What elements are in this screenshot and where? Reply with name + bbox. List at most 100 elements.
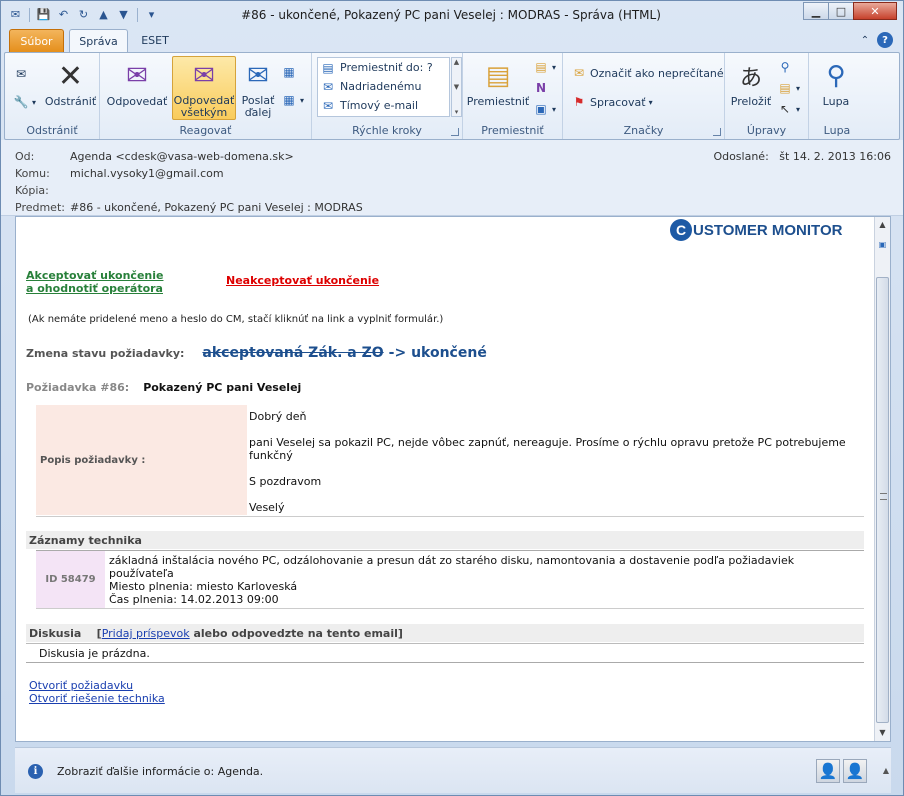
ignore-button[interactable]: ✉: [13, 65, 29, 83]
subject-row: Predmet: #86 - ukončené, Pokazený PC pani…: [15, 201, 363, 214]
reject-link[interactable]: Neakceptovať ukončenie: [226, 274, 379, 287]
record-work: základná inštalácia nového PC, odzálohov…: [109, 554, 795, 580]
find-button[interactable]: ⚲: [777, 58, 793, 76]
rules-button[interactable]: ▤ ▾: [533, 58, 556, 76]
reply-button[interactable]: ✉ Odpovedať: [106, 56, 168, 120]
to-row: Komu: michal.vysoky1@gmail.com: [15, 167, 224, 180]
tab-file[interactable]: Súbor: [9, 29, 64, 53]
add-post-link[interactable]: Pridaj príspevok: [102, 627, 190, 640]
close-button[interactable]: ✕: [853, 2, 897, 20]
reply-all-button[interactable]: ✉ Odpovedať všetkým: [172, 56, 236, 120]
quickstep-manager[interactable]: ✉ Nadriadenému: [318, 77, 449, 96]
group-delete-label: Odstrániť: [26, 124, 78, 137]
actions-button[interactable]: ▣ ▾: [533, 100, 556, 118]
accept-link[interactable]: Akceptovať ukončenie a ohodnotiť operátor…: [26, 269, 163, 295]
select-button[interactable]: ↖ ▾: [777, 100, 800, 118]
dialog-launcher-icon[interactable]: [451, 128, 459, 136]
description-text: Dobrý deň pani Veselej sa pokazil PC, ne…: [249, 410, 849, 527]
cleanup-icon: 🔧: [13, 95, 29, 109]
discussion-empty: Diskusia je prázdna.: [26, 643, 864, 663]
mark-unread-button[interactable]: ✉ Označiť ako neprečítané: [571, 64, 724, 82]
avatars: 👤 👤: [816, 759, 867, 783]
redo-icon[interactable]: ↻: [75, 6, 92, 23]
collapse-ribbon-icon[interactable]: ⌃: [857, 32, 873, 48]
quick-access-toolbar: ✉ 💾 ↶ ↻ ▲ ▼ ▾: [7, 6, 160, 23]
from-value[interactable]: Agenda <cdesk@vasa-web-domena.sk>: [70, 150, 294, 163]
from-row: Od: Agenda <cdesk@vasa-web-domena.sk>: [15, 150, 294, 163]
zoom-button[interactable]: ⚲ Lupa: [813, 56, 859, 120]
to-value[interactable]: michal.vysoky1@gmail.com: [70, 167, 224, 180]
ribbon: ✉ 🔧 ▾ ✕ Odstrániť Odstrániť ✉ Odpovedať ✉…: [4, 52, 900, 140]
people-pane-text[interactable]: Zobraziť ďalšie informácie o: Agenda.: [57, 765, 263, 778]
avatar[interactable]: 👤: [816, 759, 840, 783]
forward-icon: ✉: [247, 60, 269, 91]
credentials-note: (Ak nemáte pridelené meno a heslo do CM,…: [28, 314, 444, 325]
minimize-button[interactable]: ▁: [803, 2, 829, 20]
accept-line: Akceptovať ukončenie: [26, 269, 164, 282]
tab-message[interactable]: Správa: [69, 29, 128, 53]
onenote-button[interactable]: N: [533, 79, 549, 97]
tab-eset[interactable]: ESET: [133, 29, 177, 53]
scroll-up-icon[interactable]: ▲: [875, 217, 890, 232]
request-heading: Požiadavka #86: Pokazený PC pani Veselej: [26, 381, 301, 394]
meeting-button[interactable]: ▦: [281, 63, 297, 81]
reply-all-icon: ✉: [193, 60, 215, 91]
group-delete: ✉ 🔧 ▾ ✕ Odstrániť Odstrániť: [5, 53, 100, 139]
help-icon[interactable]: ?: [877, 32, 893, 48]
flag-icon: ⚑: [573, 95, 585, 109]
description-signature: Veselý: [249, 501, 285, 514]
forward-button[interactable]: ✉ Poslať ďalej: [238, 56, 278, 120]
record-text: základná inštalácia nového PC, odzálohov…: [109, 554, 849, 606]
group-move-label: Premiestniť: [481, 124, 544, 137]
translate-button[interactable]: あ Preložiť: [729, 56, 773, 120]
reading-pane-icon[interactable]: ▣: [875, 237, 890, 252]
team-mail-icon: ✉: [322, 98, 334, 113]
open-request-link[interactable]: Otvoriť požiadavku: [29, 679, 165, 692]
status-new: -> ukončené: [388, 345, 487, 361]
dialog-launcher-icon[interactable]: [713, 128, 721, 136]
followup-button[interactable]: ⚑ Spracovať ▾: [571, 93, 653, 111]
window-controls: ▁ □ ✕: [803, 2, 897, 20]
maximize-button[interactable]: □: [828, 2, 854, 20]
status-change: Zmena stavu požiadavky: akceptovaná Zák.…: [26, 345, 487, 361]
from-label: Od:: [15, 150, 35, 163]
previous-item-icon[interactable]: ▲: [95, 6, 112, 23]
related-button[interactable]: ▤ ▾: [777, 79, 800, 97]
binoculars-icon: ⚲: [780, 60, 790, 74]
scroll-down-icon[interactable]: ▼: [875, 725, 890, 740]
sent-row: Odoslané: št 14. 2. 2013 16:06: [713, 150, 891, 163]
cc-label: Kópia:: [15, 184, 49, 197]
message-body: C USTOMER MONITOR Akceptovať ukončenie a o…: [15, 216, 891, 742]
delete-button[interactable]: ✕ Odstrániť: [43, 56, 98, 120]
more-respond-button[interactable]: ▦ ▾: [281, 91, 304, 109]
expand-people-pane-icon[interactable]: ▲: [883, 766, 889, 775]
quickstep-move[interactable]: ▤ Premiestniť do: ?: [318, 58, 449, 77]
undo-icon[interactable]: ↶: [55, 6, 72, 23]
calendar-icon: ▦: [283, 65, 295, 79]
info-icon: i: [28, 764, 43, 779]
title-bar: ✉ 💾 ↶ ↻ ▲ ▼ ▾ #86 - ukončené, Pokazený P…: [1, 1, 903, 29]
cleanup-button[interactable]: 🔧 ▾: [13, 93, 37, 111]
envelope-icon: ✉: [573, 66, 585, 80]
more-icon: ▦: [283, 93, 295, 107]
scroll-thumb[interactable]: [876, 277, 889, 723]
customize-toolbar-icon[interactable]: ▾: [143, 6, 160, 23]
vertical-scrollbar[interactable]: ▲ ▣ ▼: [874, 217, 890, 741]
group-editing-label: Úpravy: [746, 124, 787, 137]
quickstep-label: Tímový e-mail: [340, 99, 419, 112]
quicksteps-scroll[interactable]: ▲ ▼ ▾: [451, 57, 462, 117]
save-icon[interactable]: 💾: [35, 6, 52, 23]
open-solution-link[interactable]: Otvoriť riešenie technika: [29, 692, 165, 705]
group-quicksteps: ▤ Premiestniť do: ? ✉ Nadriadenému ✉ Tímový…: [312, 53, 463, 139]
separator: [137, 7, 138, 22]
to-label: Komu:: [15, 167, 50, 180]
quickstep-label: Nadriadenému: [340, 80, 422, 93]
group-respond: ✉ Odpovedať ✉ Odpovedať všetkým ✉ Poslať…: [100, 53, 312, 139]
quickstep-team-email[interactable]: ✉ Tímový e-mail: [318, 96, 449, 115]
avatar[interactable]: 👤: [843, 759, 867, 783]
next-item-icon[interactable]: ▼: [115, 6, 132, 23]
cc-row: Kópia:: [15, 184, 70, 197]
move-button[interactable]: ▤ Premiestniť: [467, 56, 529, 120]
logo-text: USTOMER MONITOR: [693, 221, 843, 239]
forward-mail-icon: ✉: [322, 79, 334, 94]
